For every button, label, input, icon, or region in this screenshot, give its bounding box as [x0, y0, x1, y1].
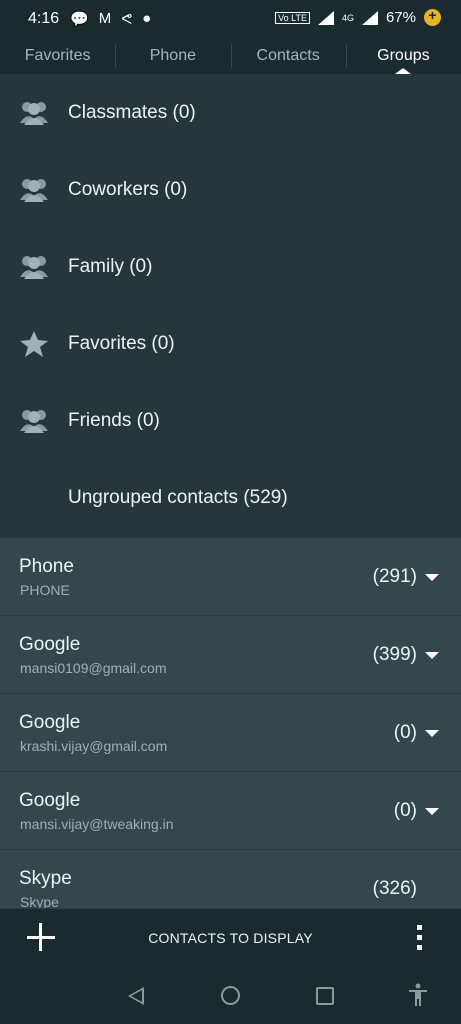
account-name: Google [19, 790, 81, 811]
battery-saver-icon [424, 7, 441, 26]
account-name: Phone [19, 556, 74, 577]
gmail-icon: M [98, 10, 112, 27]
tab-phone[interactable]: Phone [115, 38, 230, 74]
chevron-down-icon[interactable] [425, 574, 439, 581]
accounts-list: Phone PHONE (291) Google mansi0109@gmail… [0, 538, 461, 908]
account-item-google-2[interactable]: Google krashi.vijay@gmail.com (0) [0, 694, 461, 772]
overflow-menu-icon[interactable] [417, 925, 423, 951]
tab-contacts[interactable]: Contacts [230, 38, 346, 74]
star-icon [20, 330, 48, 357]
people-icon [20, 101, 48, 125]
battery-percent: 67% [385, 9, 416, 26]
home-icon[interactable] [221, 986, 240, 1005]
tab-favorites[interactable]: Favorites [0, 38, 115, 74]
group-label: Family (0) [68, 255, 153, 277]
volte-icon: Vo LTE [275, 11, 310, 24]
people-icon [20, 409, 48, 433]
account-count: (0) [393, 722, 417, 743]
group-label: Coworkers (0) [68, 178, 188, 200]
account-count: (0) [393, 800, 417, 821]
group-item-coworkers[interactable]: Coworkers (0) [0, 151, 461, 228]
people-icon [20, 178, 48, 202]
group-item-favorites[interactable]: Favorites (0) [0, 305, 461, 382]
account-count: (399) [372, 644, 417, 665]
group-label: Ungrouped contacts (529) [68, 486, 288, 508]
account-count: (326) [372, 878, 417, 899]
account-item-skype[interactable]: Skype Skype (326) [0, 850, 461, 908]
signal-icon-2 [361, 10, 378, 25]
account-subtitle: mansi0109@gmail.com [20, 660, 167, 676]
chevron-down-icon[interactable] [425, 652, 439, 659]
account-subtitle: Skype [20, 894, 59, 908]
account-count: (291) [372, 566, 417, 587]
status-time: 4:16 [28, 10, 60, 27]
airtel-icon: ᕙ [121, 11, 133, 28]
group-item-friends[interactable]: Friends (0) [0, 382, 461, 459]
account-name: Google [19, 634, 81, 655]
network-type: 4G [341, 12, 354, 23]
tab-groups[interactable]: Groups [345, 38, 461, 74]
notification-icons: 💬 M ᕙ ● [70, 10, 151, 28]
account-subtitle: mansi.vijay@tweaking.in [20, 816, 174, 832]
chat-bubble-icon: 💬 [70, 11, 89, 28]
group-item-family[interactable]: Family (0) [0, 228, 461, 305]
back-icon[interactable] [128, 987, 144, 1005]
recents-icon[interactable] [316, 987, 334, 1005]
chevron-down-icon[interactable] [425, 808, 439, 815]
bottom-action-bar: CONTACTS TO DISPLAY [0, 908, 461, 967]
account-item-google-3[interactable]: Google mansi.vijay@tweaking.in (0) [0, 772, 461, 850]
group-item-ungrouped[interactable]: Ungrouped contacts (529) [0, 459, 461, 536]
account-subtitle: PHONE [20, 582, 70, 598]
account-name: Skype [19, 868, 72, 889]
groups-list: Classmates (0) Coworkers (0) Family (0) … [0, 74, 461, 538]
account-item-google-1[interactable]: Google mansi0109@gmail.com (399) [0, 616, 461, 694]
status-right: Vo LTE 4G 67% [275, 7, 441, 26]
tab-bar: Favorites Phone Contacts Groups [0, 38, 461, 74]
group-label: Friends (0) [68, 409, 160, 431]
group-label: Favorites (0) [68, 332, 175, 354]
status-bar: 4:16 💬 M ᕙ ● Vo LTE 4G 67% [0, 0, 461, 38]
account-item-phone[interactable]: Phone PHONE (291) [0, 538, 461, 616]
account-subtitle: krashi.vijay@gmail.com [20, 738, 168, 754]
account-name: Google [19, 712, 81, 733]
chevron-down-icon[interactable] [425, 730, 439, 737]
accessibility-icon[interactable] [408, 983, 428, 1007]
messenger-icon: ● [142, 10, 152, 27]
group-label: Classmates (0) [68, 101, 196, 123]
group-item-classmates[interactable]: Classmates (0) [0, 74, 461, 151]
contacts-to-display-button[interactable]: CONTACTS TO DISPLAY [0, 930, 461, 946]
system-nav-bar [0, 967, 461, 1024]
people-icon [20, 255, 48, 279]
signal-icon [317, 10, 334, 25]
